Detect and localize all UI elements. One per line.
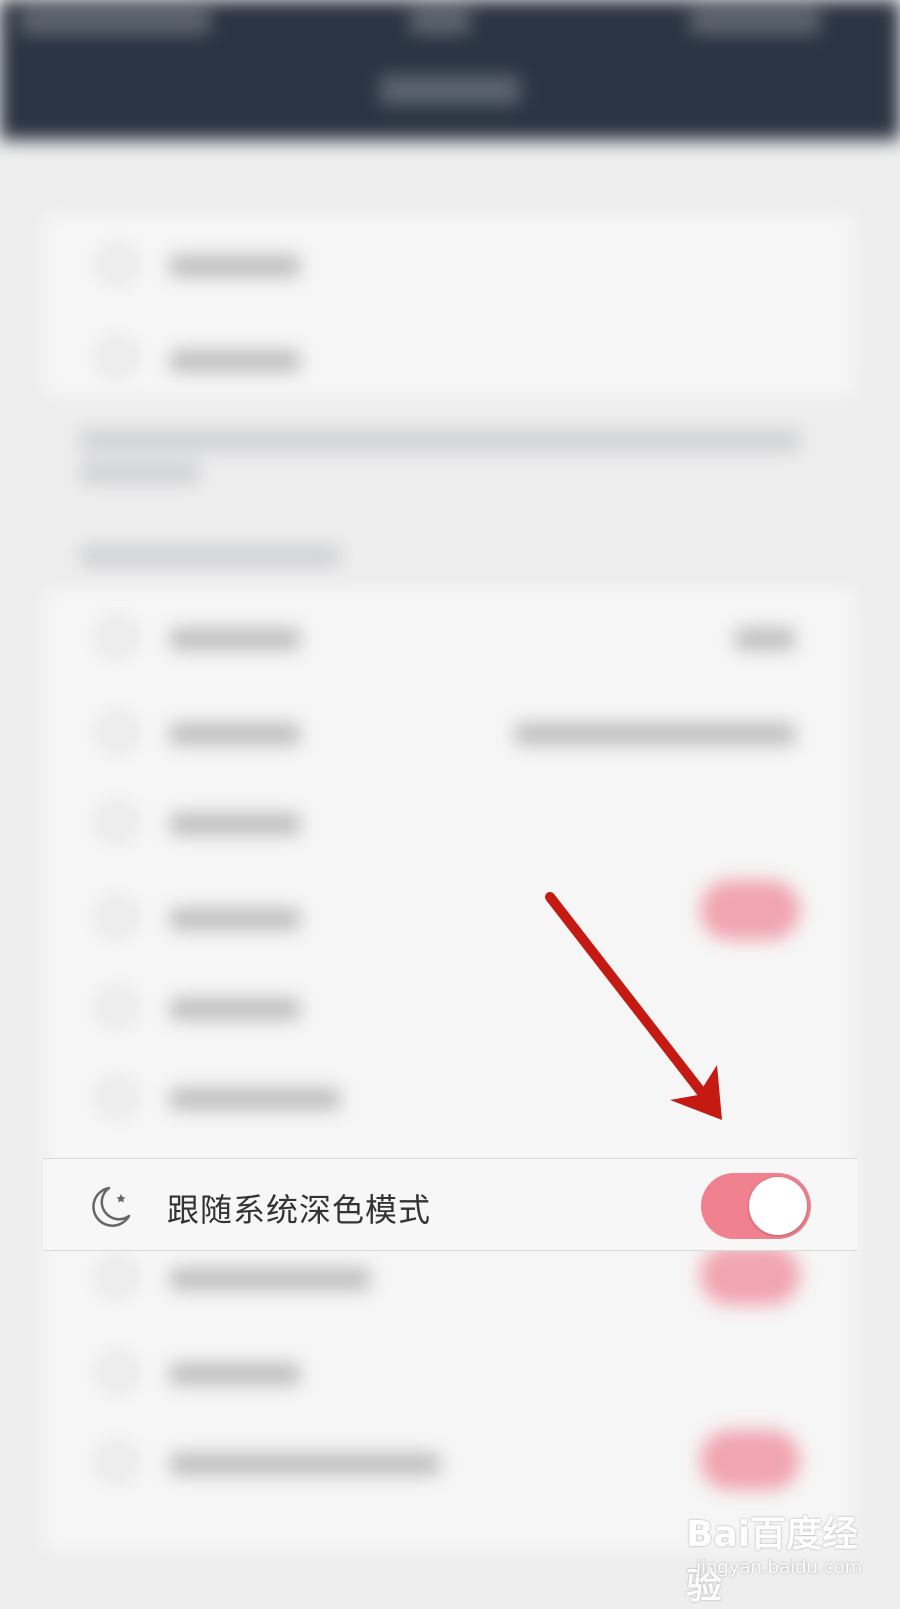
annotation-arrow: [545, 892, 722, 1120]
baidu-watermark: Bai百度经验 jingyan.baidu.com: [686, 1505, 886, 1607]
watermark-sub: jingyan.baidu.com: [696, 1557, 863, 1578]
